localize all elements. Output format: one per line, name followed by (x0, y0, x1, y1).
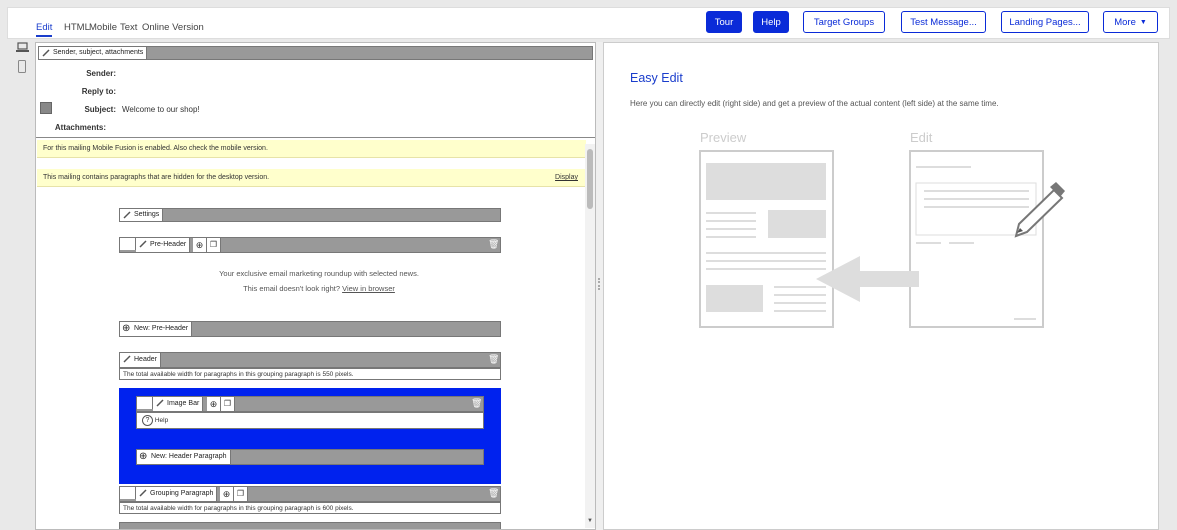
display-link[interactable]: Display (555, 169, 578, 187)
sender-section-bar[interactable]: Sender, subject, attachments (38, 46, 593, 60)
avatar-icon (120, 487, 136, 499)
edit-heading: Edit (910, 130, 933, 145)
trash-icon[interactable]: 🗑 (488, 238, 499, 250)
image-bar-bar[interactable]: Image Bar ⊕ ❐ 🗑 (136, 396, 484, 412)
sender-field: Sender: (46, 69, 122, 78)
trash-icon[interactable]: 🗑 (488, 487, 499, 499)
reply-to-label: Reply to: (81, 87, 116, 96)
subject-field: Subject: Welcome to our shop! (46, 105, 200, 114)
right-scrollbar[interactable] (1160, 42, 1170, 530)
preheader-bar[interactable]: Pre-Header ⊕ ❐ 🗑 (119, 237, 501, 253)
edit-pane: Sender, subject, attachments Sender: Rep… (35, 42, 596, 530)
hidden-paragraph-text: This mailing contains paragraphs that ar… (43, 174, 270, 181)
easy-edit-description: Here you can directly edit (right side) … (630, 99, 999, 108)
scroll-down-icon[interactable]: ▼ (585, 518, 595, 524)
plus-icon: ⊕ (122, 323, 131, 334)
plus-icon: ⊕ (139, 451, 148, 462)
copy-icon[interactable]: ❐ (221, 397, 235, 411)
tour-button[interactable]: Tour (706, 11, 742, 33)
pane-splitter[interactable] (596, 42, 603, 530)
desktop-icon[interactable] (16, 42, 29, 56)
copy-icon[interactable]: ❐ (207, 238, 221, 252)
tab-online-version[interactable]: Online Version (142, 22, 204, 33)
preheader-text: Your exclusive email marketing roundup w… (219, 269, 419, 278)
mobile-icon[interactable] (18, 60, 26, 76)
tab-edit[interactable]: Edit (36, 22, 53, 37)
help-row[interactable]: ? Help (136, 412, 484, 429)
grouping-info: The total available width for paragraphs… (119, 502, 501, 514)
tab-mobile[interactable]: Mobile (89, 22, 117, 33)
tab-html[interactable]: HTML (64, 22, 90, 33)
move-icon[interactable]: ⊕ (220, 487, 234, 501)
preview-heading: Preview (700, 130, 747, 145)
more-label: More (1114, 16, 1136, 28)
caret-down-icon: ▼ (1139, 18, 1147, 26)
pencil-icon (123, 355, 131, 363)
next-paragraph-bar[interactable] (119, 522, 501, 529)
landing-pages-button[interactable]: Landing Pages... (1001, 11, 1089, 33)
header-label: Header (134, 356, 157, 363)
reply-to-field: Reply to: (46, 87, 122, 96)
preheader-label: Pre-Header (150, 241, 187, 248)
easy-edit-title: Easy Edit (630, 71, 683, 85)
pencil-icon (139, 489, 147, 497)
target-groups-button[interactable]: Target Groups (803, 11, 885, 33)
move-icon[interactable]: ⊕ (193, 238, 207, 252)
pencil-icon (139, 240, 147, 248)
sender-section-label: Sender, subject, attachments (53, 49, 144, 56)
image-bar-label: Image Bar (167, 400, 200, 407)
avatar-icon (120, 238, 136, 250)
subject-label: Subject: (84, 105, 116, 114)
new-preheader-label: New: Pre-Header (134, 325, 189, 332)
trash-icon[interactable]: 🗑 (488, 353, 499, 365)
pencil-icon (156, 399, 164, 407)
more-button[interactable]: More ▼ (1103, 11, 1158, 33)
view-in-browser-link[interactable]: View in browser (342, 284, 395, 293)
hidden-paragraph-notice: This mailing contains paragraphs that ar… (37, 169, 586, 187)
help-button[interactable]: Help (753, 11, 789, 33)
new-preheader-bar[interactable]: ⊕ New: Pre-Header (119, 321, 501, 337)
grouping-paragraph-bar[interactable]: Grouping Paragraph ⊕ ❐ 🗑 (119, 486, 501, 502)
preheader-browser-text: This email doesn't look right? (243, 284, 340, 293)
tab-text[interactable]: Text (120, 22, 137, 33)
easy-edit-illustration: Preview Edit (699, 130, 1065, 328)
settings-bar[interactable]: Settings (119, 208, 501, 222)
subject-value: Welcome to our shop! (122, 105, 200, 114)
new-header-paragraph-bar[interactable]: ⊕ New: Header Paragraph (136, 449, 484, 465)
copy-icon[interactable]: ❐ (234, 487, 248, 501)
mobile-fusion-notice: For this mailing Mobile Fusion is enable… (37, 140, 586, 158)
test-message-button[interactable]: Test Message... (901, 11, 986, 33)
avatar-icon (137, 397, 153, 409)
top-toolbar: Edit HTML Mobile Text Online Version Tou… (7, 7, 1170, 39)
divider (36, 137, 595, 138)
preheader-browser-line: This email doesn't look right? View in b… (86, 284, 552, 293)
move-icon[interactable]: ⊕ (207, 397, 221, 411)
settings-label: Settings (134, 211, 160, 218)
new-header-paragraph-label: New: Header Paragraph (151, 453, 227, 460)
pencil-icon (42, 49, 50, 57)
easy-edit-panel: Easy Edit Here you can directly edit (ri… (603, 42, 1159, 530)
grouping-label: Grouping Paragraph (150, 490, 214, 497)
help-icon: ? (142, 415, 153, 426)
trash-icon[interactable]: 🗑 (471, 397, 482, 409)
help-label: Help (154, 417, 169, 424)
mobile-fusion-text: For this mailing Mobile Fusion is enable… (43, 145, 268, 152)
sender-label: Sender: (86, 69, 116, 78)
attachments-label: Attachments: (54, 123, 106, 132)
header-info: The total available width for paragraphs… (119, 368, 501, 380)
attachments-field: Attachments: (36, 123, 112, 132)
scrollbar[interactable] (585, 144, 595, 528)
header-bar[interactable]: Header 🗑 (119, 352, 501, 368)
pencil-icon (123, 211, 131, 219)
